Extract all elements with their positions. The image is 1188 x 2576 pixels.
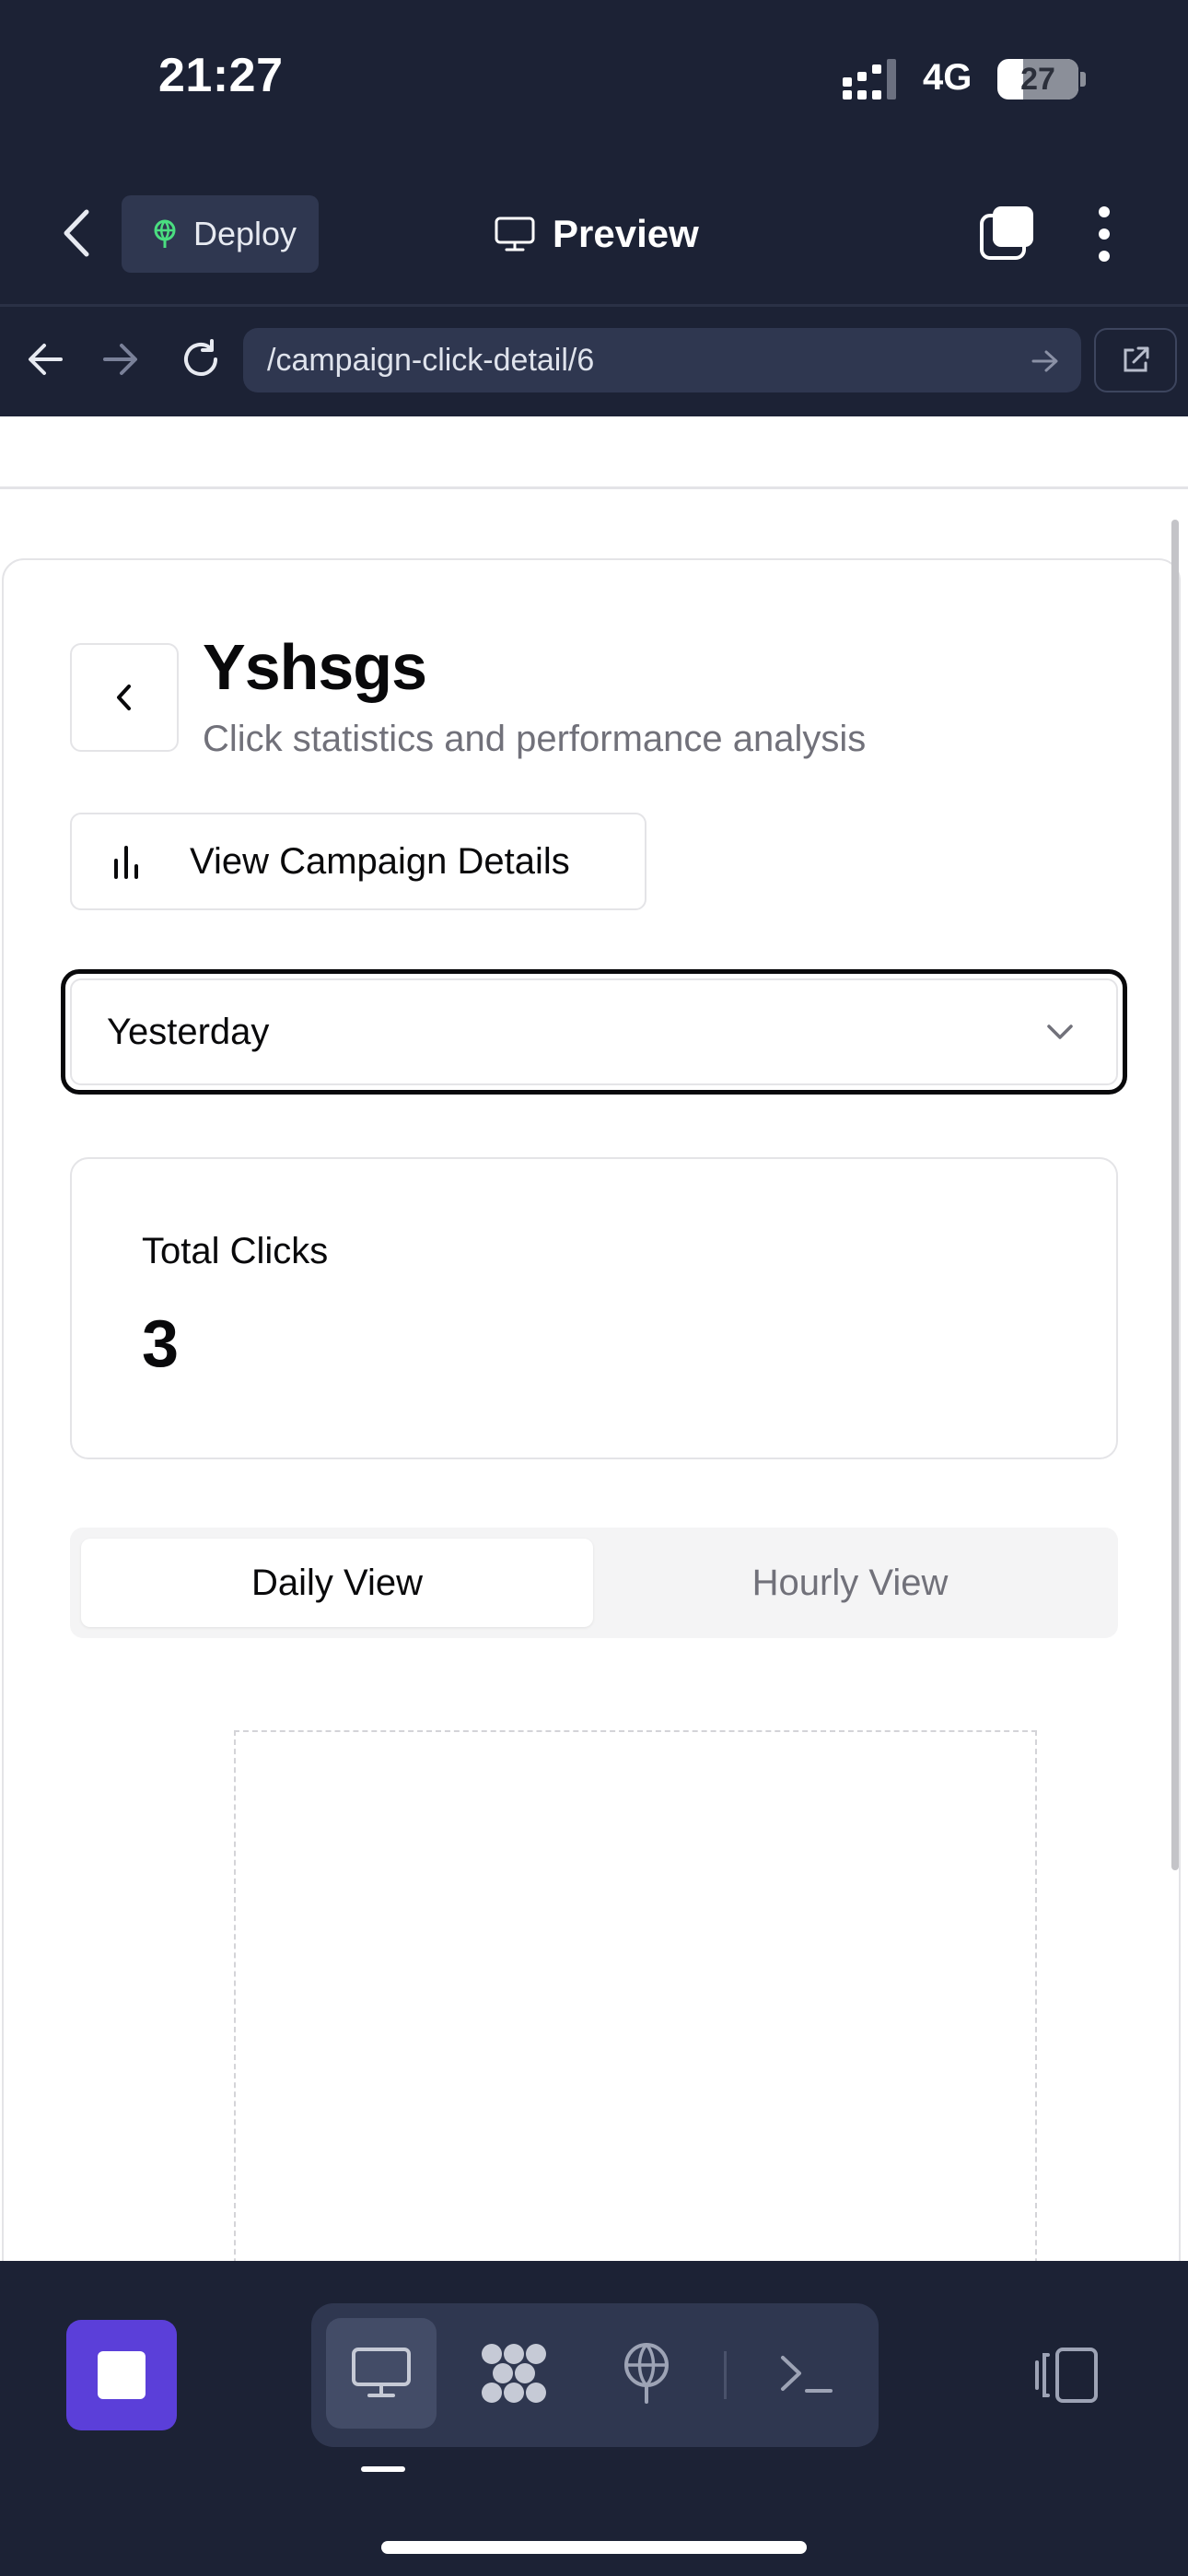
view-tabs: Daily View Hourly View <box>70 1528 1118 1638</box>
page-title: Yshsgs <box>203 631 427 703</box>
globe-icon <box>624 2343 669 2404</box>
more-vertical-icon[interactable] <box>1092 205 1116 263</box>
bottom-dock <box>311 2303 879 2447</box>
scrollbar[interactable] <box>1171 520 1179 1870</box>
device-layout-icon[interactable] <box>1033 2346 1100 2405</box>
chevron-down-icon <box>1047 1025 1073 1039</box>
webview: Yshsgs Click statistics and performance … <box>0 416 1188 2261</box>
go-arrow-icon[interactable] <box>1030 345 1061 377</box>
dock-active-indicator <box>361 2466 405 2472</box>
home-indicator[interactable] <box>381 2541 807 2554</box>
chart-placeholder <box>234 1730 1037 2261</box>
stop-button[interactable] <box>66 2320 177 2430</box>
dock-terminal-button[interactable] <box>751 2318 862 2429</box>
battery-icon: 27 <box>997 59 1078 100</box>
open-external-button[interactable] <box>1094 328 1177 392</box>
preview-toggle[interactable]: Preview <box>494 206 699 262</box>
battery-level: 27 <box>1020 62 1055 97</box>
chevron-left-icon <box>117 685 131 710</box>
date-range-select[interactable]: Yesterday <box>70 978 1118 1085</box>
dock-separator <box>724 2351 727 2399</box>
view-campaign-details-button[interactable]: View Campaign Details <box>70 813 646 910</box>
globe-icon <box>154 219 176 248</box>
bar-chart-icon <box>114 846 138 879</box>
stop-icon <box>98 2351 146 2399</box>
tabs-icon[interactable] <box>978 205 1035 262</box>
dock-preview-button[interactable] <box>326 2318 437 2429</box>
toolbar-divider <box>0 304 1188 307</box>
date-range-value: Yesterday <box>107 1011 270 1052</box>
page-subtitle: Click statistics and performance analysi… <box>203 719 867 759</box>
dock-apps-button[interactable] <box>459 2318 569 2429</box>
tab-hourly-view[interactable]: Hourly View <box>593 1539 1107 1627</box>
deploy-button[interactable]: Deploy <box>122 195 319 273</box>
network-type: 4G <box>923 57 973 98</box>
dock-deploy-button[interactable] <box>591 2318 702 2429</box>
header-divider <box>0 486 1188 489</box>
tab-daily-view[interactable]: Daily View <box>81 1539 593 1627</box>
arrow-left-icon[interactable] <box>26 340 64 379</box>
battery-cap <box>1080 72 1086 87</box>
total-clicks-label: Total Clicks <box>142 1231 329 1271</box>
back-button[interactable] <box>70 643 179 752</box>
terminal-icon <box>781 2356 833 2393</box>
monitor-icon <box>495 217 535 252</box>
status-time: 21:27 <box>158 49 284 102</box>
preview-label: Preview <box>553 212 699 255</box>
reload-icon[interactable] <box>179 337 223 381</box>
view-campaign-details-label: View Campaign Details <box>190 840 570 882</box>
apps-icon <box>482 2344 546 2403</box>
external-link-icon <box>1124 346 1149 372</box>
cellular-signal-icon <box>843 59 896 100</box>
monitor-icon <box>352 2348 411 2397</box>
deploy-label: Deploy <box>193 215 297 252</box>
total-clicks-card: Total Clicks 3 <box>70 1157 1118 1459</box>
url-input[interactable]: /campaign-click-detail/6 <box>243 328 1081 392</box>
arrow-right-icon[interactable] <box>101 340 140 379</box>
total-clicks-value: 3 <box>142 1307 180 1381</box>
chevron-left-icon[interactable] <box>57 208 98 258</box>
